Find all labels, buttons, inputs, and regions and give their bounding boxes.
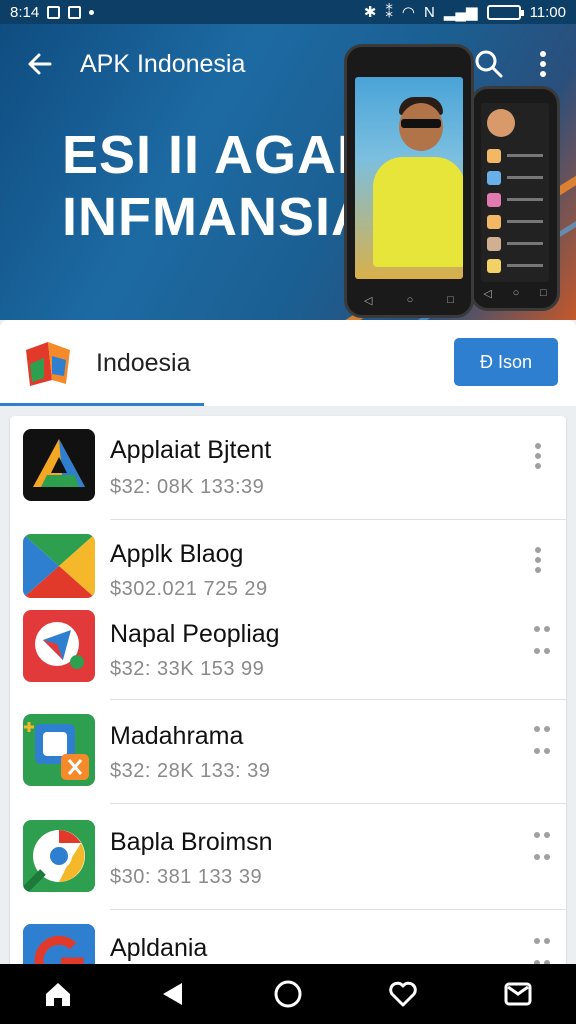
hero-banner: APK Indonesia ESI II AGAI INFMANSIA ◁ ○ … [0,24,576,320]
back-button[interactable] [0,24,80,104]
search-icon [475,50,503,78]
arrow-left-icon [28,53,52,75]
phone-screen [481,103,549,282]
list-item[interactable]: Madahrama $32: 28K 133: 39 [10,700,566,804]
triangle-back-icon [162,983,182,1005]
home-button[interactable] [28,967,88,1021]
nfc-icon: N [424,3,435,21]
inbox-button[interactable] [488,967,548,1021]
translate-app-icon [23,714,95,786]
app-meta: $30: 381 133 39 [110,866,263,888]
system-nav-bar [0,964,576,1024]
chrome-browser-icon [23,820,95,892]
search-action-button[interactable]: Ð Ison [454,338,558,386]
app-name: Applaiat Bjtent [110,436,272,464]
signal-icon: ▂▄▆ [443,4,478,21]
mail-icon [504,982,532,1006]
hero-headline-line1: ESI II AGAI [62,125,354,185]
app-list: Applaiat Bjtent $32: 08K 133:39 Applk Bl… [10,416,566,976]
play-store-icon [23,534,95,598]
list-item[interactable]: Applaiat Bjtent $32: 08K 133:39 [10,416,566,520]
phone-screen [355,77,463,279]
wifi-icon: ◠ [401,4,416,21]
back-nav-button[interactable] [143,967,203,1021]
list-item[interactable]: Napal Peopliag $32: 33K 153 99 [10,604,566,700]
notification-icon [68,5,82,19]
search-button[interactable] [462,37,516,91]
app-name: Bapla Broimsn [110,828,273,856]
app-name: Applk Blaog [110,540,244,568]
section-tab-bar: Indoesia Ð Ison [0,320,576,406]
app-name: Napal Peopliag [110,620,280,648]
bluetooth-icon: ✱ [363,4,377,21]
app-meta: $32: 28K 133: 39 [110,760,271,782]
home-circle-button[interactable] [258,967,318,1021]
battery-icon [486,4,524,20]
notification-icon [47,5,61,19]
app-name: Apldania [110,934,208,962]
list-item[interactable]: Bapla Broimsn $30: 381 133 39 [10,804,566,910]
hero-headline: ESI II AGAI INFMANSIA [62,124,371,248]
phone-mockup-back: ◁ ○ □ [470,86,560,311]
status-right-text: 11:00 [529,3,566,21]
maps-app-icon [23,610,95,682]
more-vert-icon [540,51,546,77]
app-bar: APK Indonesia [0,24,576,104]
home-icon [45,983,70,1006]
app-meta: $302.021 725 29 [110,578,268,600]
circle-icon [274,980,302,1008]
app-name: Madahrama [110,722,244,750]
tab-indonesia[interactable]: Indoesia [96,349,191,378]
favorites-button[interactable] [373,967,433,1021]
tab-indicator [0,403,204,406]
more-vert-icon[interactable] [524,540,552,580]
triangle-app-icon [23,429,95,501]
more-grid-icon[interactable] [532,720,552,760]
more-grid-icon[interactable] [532,826,552,866]
app-meta: $32: 08K 133:39 [110,476,265,498]
apk-logo-icon [22,336,76,390]
overflow-menu-button[interactable] [516,37,570,91]
status-bar: 8:14 ✱ ⁑ ◠ N ▂▄▆ 11:00 [0,0,576,24]
status-time: 8:14 [10,3,40,21]
hero-headline-line2: INFMANSIA [62,187,371,247]
more-grid-icon[interactable] [532,620,552,660]
list-item[interactable]: Applk Blaog $302.021 725 29 [10,520,566,604]
page-title: APK Indonesia [80,49,246,78]
vibrate-icon: ⁑ [385,4,393,21]
notification-dot-icon [89,9,95,15]
more-vert-icon[interactable] [524,436,552,476]
app-meta: $32: 33K 153 99 [110,658,265,680]
action-button-label: Ð Ison [479,351,533,372]
heart-icon [389,981,417,1007]
